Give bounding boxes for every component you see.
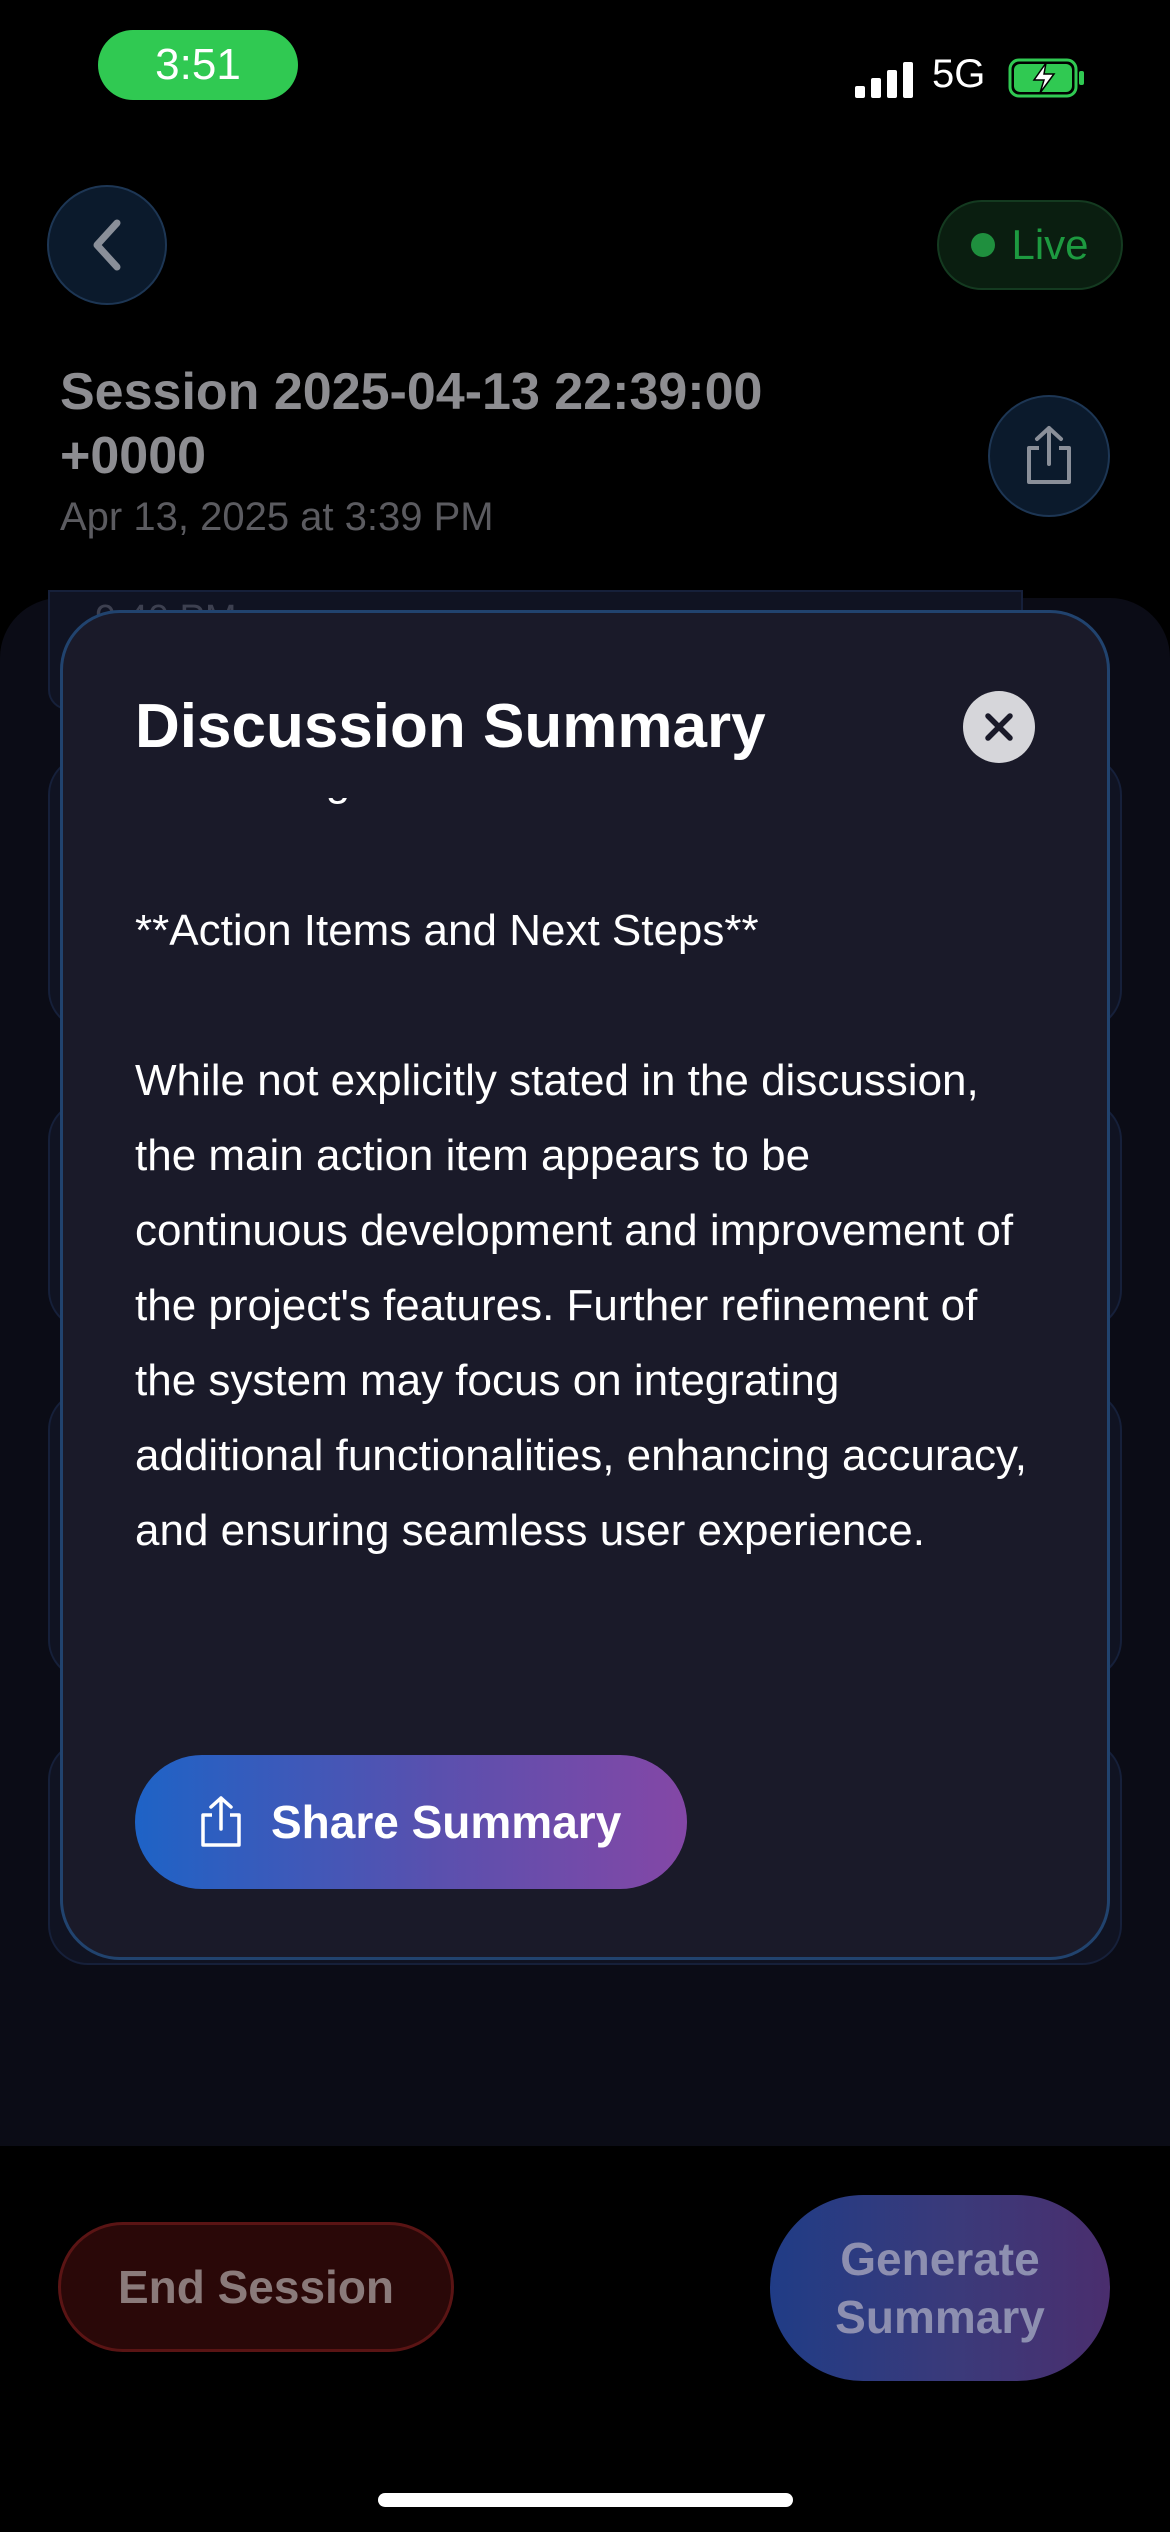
close-icon [985, 713, 1013, 741]
live-status-badge: Live [937, 200, 1123, 290]
close-button[interactable] [963, 691, 1035, 763]
chevron-left-icon [93, 219, 121, 271]
status-time: 3:51 [98, 30, 298, 100]
live-dot-icon [971, 233, 996, 257]
share-summary-label: Share Summary [271, 1796, 622, 1848]
share-icon [201, 1796, 241, 1847]
session-date: Apr 13, 2025 at 3:39 PM [60, 495, 494, 539]
battery-charging-icon [1008, 58, 1086, 98]
summary-scroll-area[interactable]: addressing issues. **Action Items and Ne… [135, 798, 1035, 1638]
summary-sheet: Discussion Summary addressing issues. **… [60, 610, 1110, 1960]
end-session-label: End Session [117, 2261, 395, 2313]
generate-summary-button[interactable]: Generate Summary [770, 2195, 1110, 2381]
network-label: 5G [932, 52, 986, 96]
end-session-button[interactable]: End Session [58, 2222, 454, 2352]
share-summary-button[interactable]: Share Summary [135, 1755, 687, 1889]
generate-summary-label: Generate Summary [835, 2233, 1045, 2343]
summary-body: While not explicitly stated in the discu… [135, 1056, 1027, 1555]
summary-partial-text: addressing issues. [135, 798, 1035, 818]
share-icon [1027, 426, 1071, 484]
session-title: Session 2025-04-13 22:39:00 +0000 [60, 363, 763, 485]
sheet-title: Discussion Summary [135, 692, 766, 761]
summary-section-heading: **Action Items and Next Steps** [135, 906, 759, 955]
live-label: Live [1011, 221, 1089, 268]
share-session-button[interactable] [988, 395, 1110, 517]
home-indicator[interactable] [378, 2493, 793, 2507]
signal-bars-icon [855, 58, 915, 98]
back-button[interactable] [47, 185, 167, 305]
